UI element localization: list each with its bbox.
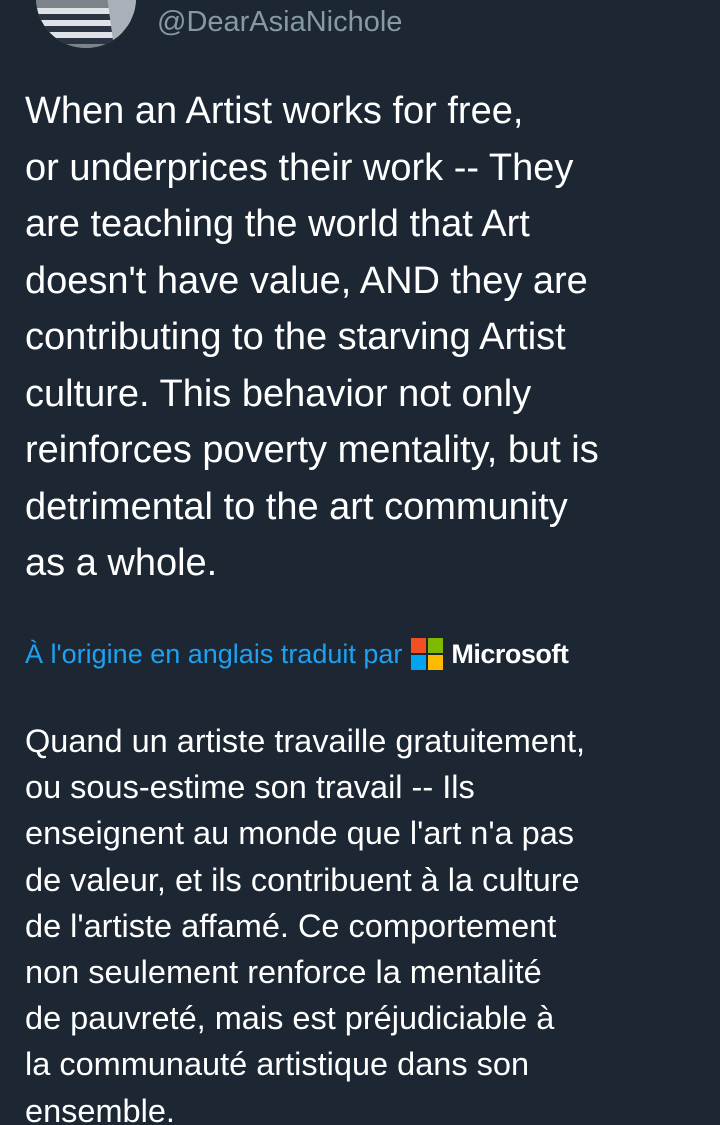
- translated-text-line: de l'artiste affamé. Ce comportement: [25, 907, 557, 944]
- tweet-text: When an Artist works for free, or underp…: [25, 83, 705, 592]
- tweet-detail-page: @DearAsiaNichole When an Artist works fo…: [0, 0, 720, 1125]
- translated-text-line: Quand un artiste travaille gratuitement,: [25, 723, 586, 759]
- translated-text-line: ou sous-estime son travail -- Ils: [25, 769, 475, 806]
- tweet-text-line: When an Artist works for free,: [25, 90, 524, 132]
- translated-text-line: enseignent au monde que l'art n'a pas: [25, 815, 575, 852]
- avatar[interactable]: [36, 0, 136, 48]
- translated-text-line: ensemble.: [25, 1092, 175, 1125]
- tweet-text-line: reinforces poverty mentality, but is: [25, 429, 599, 471]
- translated-text-line: la communauté artistique dans son: [25, 1046, 530, 1083]
- tweet-header: @DearAsiaNichole: [0, 0, 720, 60]
- translation-attribution[interactable]: À l'origine en anglais traduit par Micro…: [25, 634, 569, 674]
- tweet-text-line: contributing to the starving Artist: [25, 316, 566, 358]
- microsoft-logo-icon: [411, 638, 444, 670]
- translated-text-line: de pauvreté, mais est préjudiciable à: [25, 1000, 555, 1037]
- translated-text-line: de valeur, et ils contribuent à la cultu…: [25, 861, 580, 898]
- translated-by-link[interactable]: À l'origine en anglais traduit par: [25, 634, 402, 674]
- avatar-image: [36, 0, 136, 48]
- tweet-text-line: or underprices their work -- They: [25, 146, 574, 189]
- tweet-text-line: as a whole.: [25, 542, 218, 584]
- tweet-text-line: culture. This behavior not only: [25, 372, 532, 415]
- translation-provider-name: Microsoft: [451, 639, 569, 669]
- user-handle[interactable]: @DearAsiaNichole: [157, 4, 402, 40]
- translated-text-line: non seulement renforce la mentalité: [25, 954, 542, 991]
- tweet-text-line: are teaching the world that Art: [25, 203, 530, 245]
- tweet-text-line: doesn't have value, AND they are: [25, 259, 588, 302]
- translated-text: Quand un artiste travaille gratuitement,…: [25, 718, 705, 1125]
- tweet-text-line: detrimental to the art community: [25, 485, 568, 528]
